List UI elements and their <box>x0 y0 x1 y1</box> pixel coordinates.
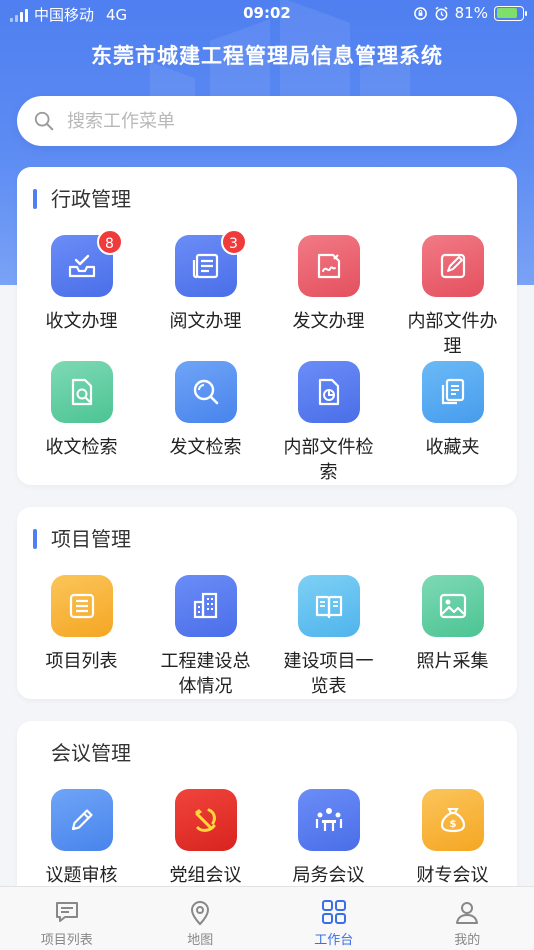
edit-document-icon <box>421 235 484 297</box>
tile-receive-doc[interactable]: 8 收文办理 <box>19 229 144 334</box>
page-title: 东莞市城建工程管理局信息管理系统 <box>91 44 443 68</box>
tile-label: 收文办理 <box>45 311 118 332</box>
tab-workbench[interactable]: 工作台 <box>267 887 401 950</box>
tile-topic-review[interactable]: 议题审核 <box>19 789 144 888</box>
building-icon <box>174 575 237 637</box>
tile-label: 发文检索 <box>169 437 242 458</box>
message-list-icon <box>0 897 134 927</box>
unread-badge: 3 <box>220 229 247 255</box>
photo-icon <box>421 575 484 637</box>
search-input[interactable] <box>67 110 517 132</box>
tile-label: 照片采集 <box>416 651 489 672</box>
tab-project-list[interactable]: 项目列表 <box>0 887 134 950</box>
file-chart-icon <box>297 361 360 423</box>
tile-receive-search[interactable]: 收文检索 <box>19 361 144 460</box>
tile-label: 财专会议 <box>416 865 489 886</box>
tile-label: 收文检索 <box>45 437 118 458</box>
tile-party-meeting[interactable]: 党组会议 <box>143 789 268 888</box>
section-project: 项目管理 项目列表 工程建设总体情况 建设项目一览表 照片采集 <box>17 507 517 699</box>
tab-label: 我的 <box>454 933 481 948</box>
svg-text:$: $ <box>449 819 456 830</box>
tile-label: 阅文办理 <box>169 311 242 332</box>
book-icon <box>297 575 360 637</box>
tile-bureau-meeting[interactable]: 局务会议 <box>266 789 391 888</box>
search-bar[interactable] <box>17 96 517 146</box>
section-title: 项目管理 <box>33 527 131 551</box>
tile-label: 内部文件办理 <box>407 311 498 357</box>
section-title: 行政管理 <box>33 187 131 211</box>
search-icon <box>34 111 54 131</box>
map-pin-icon <box>134 897 268 927</box>
tile-project-list[interactable]: 项目列表 <box>19 575 144 674</box>
sign-document-icon <box>297 235 360 297</box>
rotation-lock-icon <box>413 6 427 20</box>
magnifier-icon <box>174 361 237 423</box>
tile-label: 党组会议 <box>169 865 242 886</box>
tab-label: 工作台 <box>314 933 354 948</box>
battery-icon <box>494 5 527 21</box>
newspaper-icon: 3 <box>174 229 247 297</box>
tile-send-search[interactable]: 发文检索 <box>143 361 268 460</box>
grid-icon <box>267 897 401 927</box>
tile-internal-search[interactable]: 内部文件检索 <box>266 361 391 485</box>
tile-send-doc[interactable]: 发文办理 <box>266 235 391 334</box>
tile-label: 建设项目一览表 <box>283 651 374 697</box>
section-title: 会议管理 <box>51 741 131 765</box>
tile-label: 局务会议 <box>292 865 365 886</box>
tile-favorites[interactable]: 收藏夹 <box>390 361 515 460</box>
tab-label: 项目列表 <box>40 933 93 948</box>
meeting-icon <box>297 789 360 851</box>
tab-map[interactable]: 地图 <box>134 887 268 950</box>
tile-construction-overview[interactable]: 工程建设总体情况 <box>143 575 268 699</box>
tile-label: 收藏夹 <box>425 437 480 458</box>
tile-photo-capture[interactable]: 照片采集 <box>390 575 515 674</box>
documents-icon <box>421 361 484 423</box>
tile-finance-meeting[interactable]: $ 财专会议 <box>390 789 515 888</box>
tile-internal-doc[interactable]: 内部文件办理 <box>390 235 515 359</box>
tile-label: 内部文件检索 <box>283 437 374 483</box>
status-bar: 中国移动 4G 09:02 81% <box>0 0 534 28</box>
tile-label: 项目列表 <box>45 651 118 672</box>
alarm-icon <box>435 6 448 20</box>
user-icon <box>401 897 534 927</box>
tile-label: 工程建设总体情况 <box>160 651 251 697</box>
tile-read-doc[interactable]: 3 阅文办理 <box>143 229 268 334</box>
list-icon <box>50 575 113 637</box>
bottom-tab-bar: 项目列表 地图 工作台 我的 <box>0 886 534 950</box>
unread-badge: 8 <box>96 229 123 255</box>
section-admin: 行政管理 8 收文办理 3 阅文办理 发文办理 内部文件办理 收文检索 发文检索… <box>17 167 517 485</box>
battery-percent: 81% <box>454 4 488 22</box>
tile-label: 发文办理 <box>292 311 365 332</box>
tab-mine[interactable]: 我的 <box>401 887 534 950</box>
pencil-icon <box>50 789 113 851</box>
tile-project-table[interactable]: 建设项目一览表 <box>266 575 391 699</box>
tile-label: 议题审核 <box>45 865 118 886</box>
party-emblem-icon <box>174 789 237 851</box>
tab-label: 地图 <box>187 933 214 948</box>
money-bag-icon: $ <box>421 789 484 851</box>
file-search-icon <box>50 361 113 423</box>
inbox-check-icon: 8 <box>50 229 123 297</box>
